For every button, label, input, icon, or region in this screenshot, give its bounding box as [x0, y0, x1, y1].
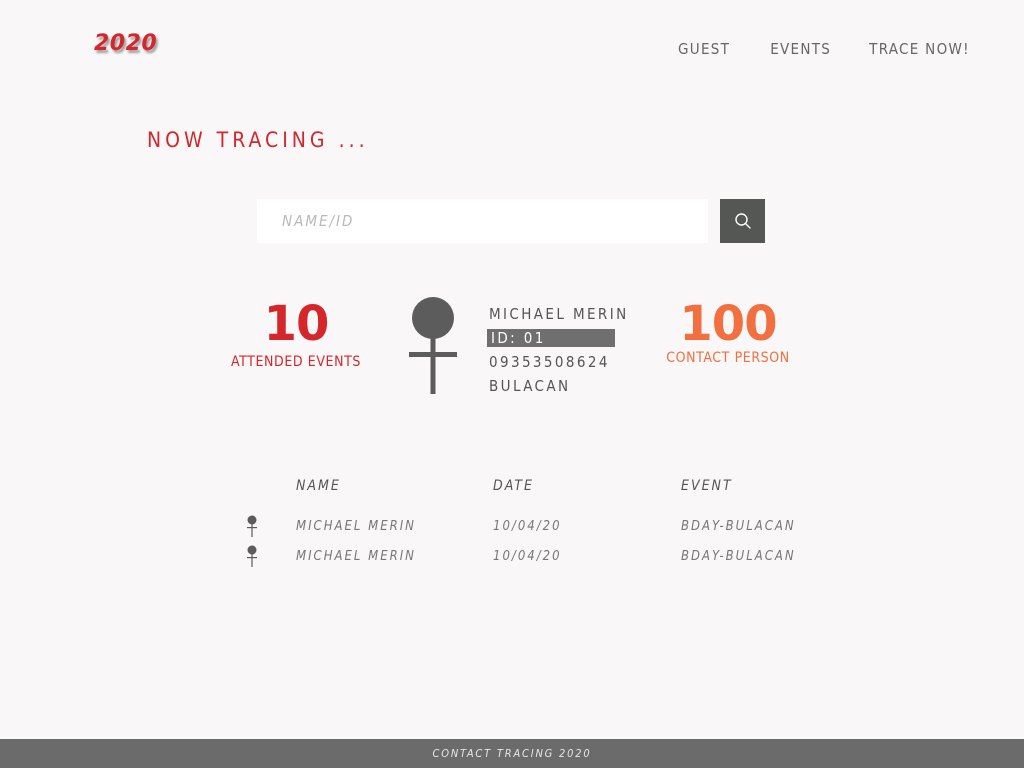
- profile-address: BULACAN: [489, 377, 571, 395]
- search-input[interactable]: [257, 199, 708, 243]
- attended-events-count: 10: [263, 296, 330, 352]
- profile-name: MICHAEL MERIN: [489, 305, 629, 323]
- nav-trace-now-link[interactable]: TRACE NOW!: [869, 40, 970, 58]
- contact-person-stat: 100 CONTACT PERSON: [660, 300, 796, 366]
- table-row[interactable]: MICHAEL MERIN 10/04/20 BDAY-BULACAN: [240, 545, 840, 578]
- row-date: 10/04/20: [493, 519, 562, 534]
- search-button[interactable]: [720, 199, 765, 243]
- footer: CONTACT TRACING 2020: [0, 739, 1024, 768]
- top-nav: GUEST EVENTS TRACE NOW!: [678, 40, 970, 58]
- row-event: BDAY-BULACAN: [681, 549, 796, 564]
- table-header: NAME DATE EVENT: [240, 478, 840, 518]
- table-row[interactable]: MICHAEL MERIN 10/04/20 BDAY-BULACAN: [240, 515, 840, 548]
- row-name: MICHAEL MERIN: [296, 519, 416, 534]
- row-name: MICHAEL MERIN: [296, 549, 416, 564]
- female-symbol-icon: [247, 515, 257, 537]
- row-event: BDAY-BULACAN: [681, 519, 796, 534]
- page: 2020 GUEST EVENTS TRACE NOW! NOW TRACING…: [0, 0, 1024, 768]
- contact-person-label: CONTACT PERSON: [666, 350, 790, 366]
- column-header-event: EVENT: [681, 478, 733, 494]
- nav-guest-link[interactable]: GUEST: [678, 40, 730, 58]
- column-header-date: DATE: [493, 478, 534, 494]
- search-icon: [734, 213, 751, 229]
- attended-events-stat: 10 ATTENDED EVENTS: [220, 300, 372, 370]
- profile-phone: 09353508624: [489, 353, 610, 371]
- row-date: 10/04/20: [493, 549, 562, 564]
- female-symbol-icon: [247, 545, 257, 567]
- footer-text: CONTACT TRACING 2020: [432, 747, 592, 760]
- profile-card: MICHAEL MERIN ID: 01 09353508624 BULACAN: [487, 303, 629, 399]
- history-table: NAME DATE EVENT MICHAEL MERIN 10/04/20 B…: [240, 478, 840, 578]
- profile-id-badge: ID: 01: [487, 329, 615, 347]
- female-symbol-icon: [409, 297, 457, 394]
- page-title: NOW TRACING ...: [147, 128, 369, 152]
- nav-events-link[interactable]: EVENTS: [770, 40, 831, 58]
- contact-person-count: 100: [679, 296, 777, 352]
- logo[interactable]: 2020: [94, 31, 157, 56]
- attended-events-label: ATTENDED EVENTS: [230, 354, 362, 370]
- column-header-name: NAME: [296, 478, 341, 494]
